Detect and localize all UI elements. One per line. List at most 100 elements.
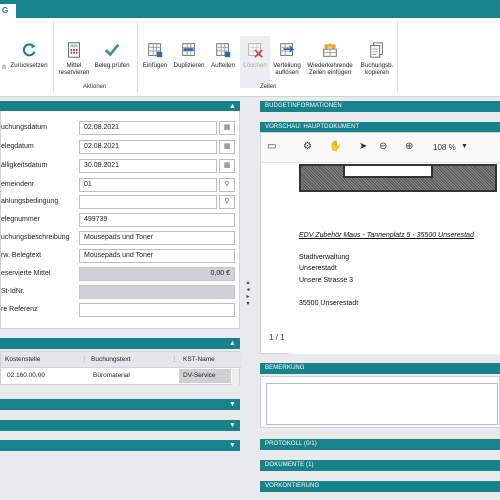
field-row: re Referenz: [1, 303, 241, 317]
document-viewer: ▭ ⚙ ✋ ➤ ⊖ ⊕ 108 % ▼ EDV Zubehör Maus - T…: [260, 132, 500, 354]
gear-icon[interactable]: ⚙: [303, 141, 312, 152]
column-header-kostenstelle[interactable]: Kostenstelle: [5, 352, 40, 368]
ribbon-tab[interactable]: G: [0, 4, 16, 18]
field-row: uchungsdatum 02.08.2021 ▦: [1, 121, 241, 135]
cost-center-grid: Kostenstelle ⋮ Buchungstext ⋮ KST-Name 0…: [0, 351, 241, 385]
table-duplicate-icon: [182, 43, 195, 56]
table-delete-icon: [248, 43, 263, 58]
page-indicator: 1 / 1: [269, 333, 285, 342]
collapsed-panel-header[interactable]: ▼: [0, 440, 240, 451]
document-date-input[interactable]: 02.08.2021: [79, 140, 217, 154]
booking-date-input[interactable]: 02.08.2021: [79, 121, 217, 135]
chevron-down-icon[interactable]: ▼: [229, 440, 236, 451]
field-row: elegdatum 02.08.2021 ▦: [1, 140, 241, 154]
field-row: ahlungsbedingung ⚲: [1, 195, 241, 209]
pointer-icon[interactable]: ➤: [359, 141, 367, 152]
extended-document-text-input[interactable]: Mousepads und Toner: [79, 249, 235, 263]
document-number-input[interactable]: 499739: [79, 213, 235, 227]
collapsed-panel-header[interactable]: ▼: [0, 399, 240, 410]
chevron-up-icon[interactable]: ▲: [229, 338, 236, 349]
insert-recurring-rows-button[interactable]: Wiederkehrende Zeilen einfügen: [304, 21, 356, 76]
scrollbar[interactable]: [232, 369, 239, 385]
column-menu-icon[interactable]: ⋮: [81, 352, 88, 368]
chevron-left-icon: ◂: [246, 287, 250, 293]
municipality-input[interactable]: 01: [79, 178, 217, 192]
ribbon-button-partial[interactable]: n: [0, 64, 8, 71]
copy-document-icon: [370, 42, 383, 58]
reset-button[interactable]: Zurücksetzen: [8, 21, 50, 69]
pre-assignment-panel-header[interactable]: VORKONTIERUNG: [260, 481, 500, 492]
ribbon: n Zurücksetzen Mittel reservieren Beleg …: [0, 18, 500, 97]
calculator-icon: [68, 42, 80, 58]
viewer-toolbar: ▭ ⚙ ✋ ➤ ⊖ ⊕ 108 % ▼: [261, 133, 500, 163]
panel-splitter[interactable]: ▴ ◂ ▸ ▾: [244, 280, 252, 310]
zoom-level[interactable]: 108 %: [433, 143, 456, 152]
remark-panel-header[interactable]: BEMERKUNG: [260, 363, 500, 374]
letterhead-image: [299, 164, 497, 192]
insert-row-button[interactable]: Einfügen: [139, 21, 171, 69]
grid-header: Kostenstelle ⋮ Buchungstext ⋮ KST-Name: [1, 352, 241, 368]
group-separator: [137, 22, 138, 92]
booking-form: uchungsdatum 02.08.2021 ▦ elegdatum 02.0…: [0, 111, 240, 329]
chevron-down-icon[interactable]: ▼: [461, 143, 468, 150]
hand-icon[interactable]: ✋: [329, 141, 341, 152]
booking-description-input[interactable]: Mousepads und Toner: [79, 231, 235, 245]
field-row: eservierte Mittel 0,00 €: [1, 267, 241, 281]
budget-panel-header[interactable]: BUDGETINFORMATIONEN: [260, 101, 500, 112]
field-row: uchungsbeschreibung Mousepads und Toner: [1, 231, 241, 245]
chevron-down-icon[interactable]: ▼: [229, 399, 236, 410]
chevron-down-icon[interactable]: ▼: [229, 420, 236, 431]
document-page: EDV Zubehör Maus - Tannenplatz 5 - 35500…: [289, 164, 500, 354]
group-label-zeilen: Zeilen: [260, 84, 277, 90]
group-separator: [53, 22, 54, 92]
group-separator: [397, 22, 398, 92]
remark-panel: [260, 376, 500, 428]
remark-textarea[interactable]: [266, 383, 498, 425]
reserve-funds-button[interactable]: Mittel reservieren: [55, 21, 93, 76]
calendar-icon[interactable]: ▦: [219, 121, 235, 135]
table-insert-icon: [148, 43, 163, 58]
search-icon[interactable]: ⚲: [219, 195, 235, 209]
chevron-right-icon: ▸: [246, 294, 250, 300]
field-row: elegnummer 499739: [1, 213, 241, 227]
grid-panel-header[interactable]: ▲: [0, 338, 240, 349]
column-header-kst-name[interactable]: KST-Name: [183, 352, 215, 368]
duplicate-row-button[interactable]: Duplizieren: [171, 21, 207, 69]
reference-input[interactable]: [79, 303, 235, 317]
search-icon[interactable]: ⚲: [219, 178, 235, 192]
check-document-button[interactable]: Beleg prüfen: [92, 21, 132, 69]
chevron-up-icon: ▴: [246, 280, 250, 286]
resolve-distribution-button[interactable]: Verteilung auflösen: [270, 21, 304, 76]
reserved-funds-input: 0,00 €: [79, 267, 235, 281]
table-arrow-icon: [280, 43, 295, 56]
column-header-buchungstext[interactable]: Buchungstext: [91, 352, 130, 368]
payment-terms-input[interactable]: [79, 195, 217, 209]
checkmark-icon: [104, 43, 120, 57]
table-split-icon: [216, 43, 231, 58]
documents-panel-header[interactable]: DOKUMENTE (1): [260, 460, 500, 471]
field-row: älligkeitsdatum 30.08.2021 ▦: [1, 159, 241, 173]
field-row: rw. Belegtext Mousepads und Toner: [1, 249, 241, 263]
collapsed-panel-header[interactable]: ▼: [0, 420, 240, 431]
table-row[interactable]: 02.160.00.00 Büromaterial DV-Service: [1, 369, 241, 383]
sidebar-toggle-icon[interactable]: ▭: [267, 141, 276, 152]
zoom-out-icon[interactable]: ⊖: [379, 141, 387, 152]
column-menu-icon[interactable]: ⋮: [171, 352, 178, 368]
sender-line: EDV Zubehör Maus - Tannenplatz 5 - 35500…: [299, 232, 474, 239]
calendar-icon[interactable]: ▦: [219, 140, 235, 154]
field-row: emeindenr 01 ⚲: [1, 178, 241, 192]
zoom-in-icon[interactable]: ⊕: [405, 141, 413, 152]
copy-booking-button[interactable]: Buchungsb. kopieren: [358, 21, 396, 76]
calendar-icon[interactable]: ▦: [219, 159, 235, 173]
top-bar: G: [0, 0, 500, 18]
group-label-aktionen: Aktionen: [83, 84, 107, 90]
split-row-button[interactable]: Aufteilen: [207, 21, 239, 69]
delete-row-button[interactable]: Löschen: [240, 36, 270, 88]
chevron-down-icon: ▾: [246, 301, 250, 307]
people-group-icon: [323, 43, 337, 57]
field-row: St-IdNr.: [1, 285, 241, 299]
due-date-input[interactable]: 30.08.2021: [79, 159, 217, 173]
vat-id-input: [79, 285, 235, 299]
protocol-panel-header[interactable]: PROTOKOLL (0/1): [260, 439, 500, 450]
refresh-icon: [22, 43, 36, 57]
